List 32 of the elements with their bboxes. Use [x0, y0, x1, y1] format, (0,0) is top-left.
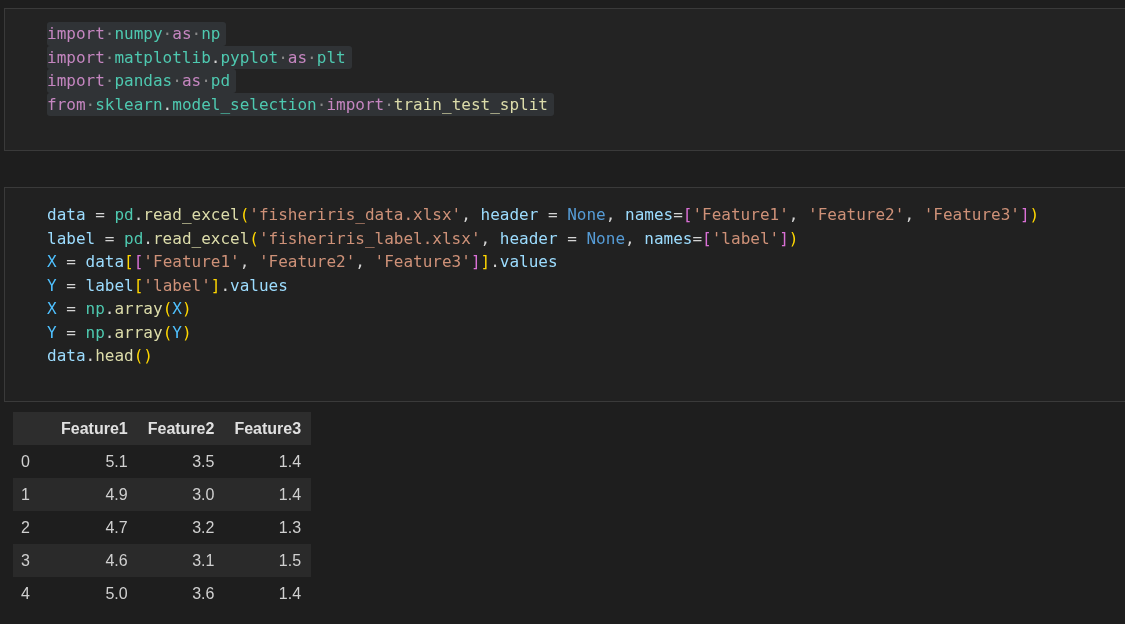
row-index: 4	[13, 577, 51, 610]
column-header: Feature3	[224, 412, 312, 445]
table-cell: 1.4	[224, 577, 312, 610]
table-cell: 4.7	[51, 511, 138, 544]
code-cell[interactable]	[4, 187, 1125, 402]
code-line: Y = label['label'].values	[47, 274, 289, 297]
row-index: 0	[13, 445, 51, 478]
table-cell: 5.1	[51, 445, 138, 478]
column-header: Feature2	[137, 412, 225, 445]
table-cell: 4.9	[51, 478, 138, 511]
table-cell: 4.6	[51, 544, 138, 577]
code-line: Y = np.array(Y)	[47, 321, 193, 344]
row-index: 2	[13, 511, 51, 544]
code-line: X = data[['Feature1', 'Feature2', 'Feature3']].values	[47, 251, 559, 273]
row-index: 3	[13, 544, 51, 577]
table-cell: 3.1	[137, 544, 225, 577]
table-cell: 3.2	[137, 511, 225, 544]
table-cell: 1.4	[224, 478, 312, 511]
table-cell: 5.0	[51, 577, 138, 610]
code-line: data = pd.read_excel('fisheriris_data.xlsx', header = None, names=['Feature1', 'Feature2', 'Feature3'])	[47, 204, 1041, 226]
table-cell: 3.5	[137, 445, 225, 478]
code-line: X = np.array(X)	[47, 298, 193, 320]
code-cell[interactable]: import·numpy·as·np import·matplotlib.pyplot·as·plt import·pandas·as·pd from·sklearn.model_selection·import·train_test_split	[4, 8, 1125, 151]
table-cell: 1.4	[224, 445, 312, 478]
table-cell: 3.6	[137, 577, 225, 610]
row-index: 1	[13, 478, 51, 511]
table-cell: 3.0	[137, 478, 225, 511]
table-cell: 1.3	[224, 511, 312, 544]
table-cell: 1.5	[224, 544, 312, 577]
code-line: data.head()	[47, 345, 154, 367]
code-line: label = pd.read_excel('fisheriris_label.xlsx', header = None, names=['label'])	[47, 227, 800, 250]
column-header: Feature1	[51, 412, 138, 445]
